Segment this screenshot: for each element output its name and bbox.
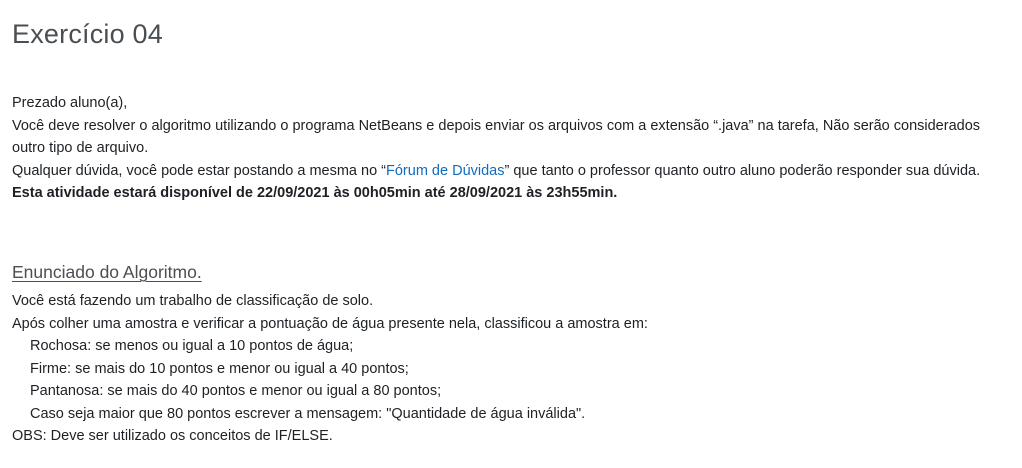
forum-text-after: ” que tanto o professor quanto outro alu… — [504, 162, 981, 179]
intro-section: Prezado aluno(a), Você deve resolver o a… — [12, 92, 1007, 205]
rule-invalid: Caso seja maior que 80 pontos escrever a… — [30, 405, 586, 422]
rule-rochosa: Rochosa: se menos ou igual a 10 pontos d… — [30, 338, 354, 354]
forum-paragraph: Qualquer dúvida, você pode estar postand… — [12, 160, 1007, 183]
statement-line: Você está fazendo um trabalho de classif… — [12, 293, 374, 309]
availability-text: Esta atividade estará disponível de 22/0… — [12, 185, 618, 201]
page-title: Exercício 04 — [12, 19, 163, 49]
note-text: OBS: Deve ser utilizado os conceitos de … — [12, 428, 333, 444]
forum-link[interactable]: Fórum de Dúvidas — [386, 163, 504, 179]
statement-heading: Enunciado do Algoritmo. — [12, 262, 202, 282]
statement-section: Você está fazendo um trabalho de classif… — [12, 290, 1007, 448]
rule-firme: Firme: se mais do 10 pontos e menor ou i… — [30, 360, 409, 377]
forum-text-before: Qualquer dúvida, você pode estar postand… — [12, 162, 387, 179]
rule-pantanosa: Pantanosa: se mais do 40 pontos e menor … — [30, 383, 442, 399]
greeting-text: Prezado aluno(a), — [12, 95, 128, 111]
instructions-text: Você deve resolver o algoritmo utilizand… — [12, 117, 981, 157]
statement-line: Após colher uma amostra e verificar a po… — [12, 315, 648, 332]
